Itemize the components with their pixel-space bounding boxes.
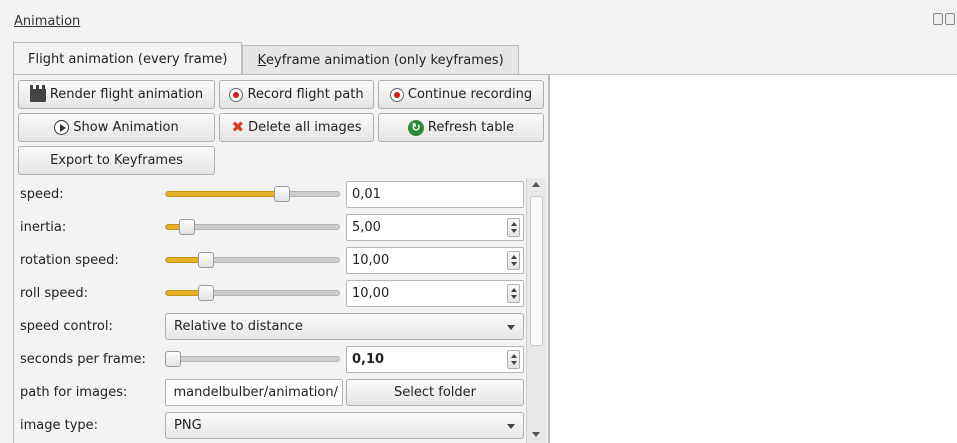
show-animation-button[interactable]: Show Animation	[18, 113, 215, 142]
record-flight-path-button[interactable]: Record flight path	[219, 80, 374, 109]
continue-recording-button[interactable]: Continue recording	[378, 80, 544, 109]
scroll-down-icon[interactable]	[532, 432, 540, 437]
param-row-speed-control: speed control: Relative to distance	[18, 310, 526, 342]
spin-arrows-icon[interactable]	[507, 218, 520, 237]
float-icon[interactable]	[933, 13, 943, 25]
speed-slider-fill	[166, 191, 282, 197]
speed-slider[interactable]	[165, 186, 340, 202]
seconds-per-frame-label: seconds per frame:	[20, 352, 146, 367]
chevron-down-icon	[507, 424, 515, 429]
select-folder-label: Select folder	[394, 385, 476, 400]
tab-bar: Flight animation (every frame) Keyframe …	[13, 42, 519, 75]
speed-control-dropdown[interactable]: Relative to distance	[165, 313, 524, 340]
inertia-slider[interactable]	[165, 219, 340, 235]
title-bar: Animation	[0, 0, 957, 40]
rotation-speed-value: 10,00	[352, 253, 390, 268]
close-icon[interactable]	[945, 13, 955, 25]
inertia-label: inertia:	[20, 220, 67, 235]
param-row-rotation-speed: rotation speed: 10,00	[18, 244, 526, 276]
path-for-images-value: mandelbulber/animation/	[173, 385, 338, 400]
speed-spinbox[interactable]: 0,01	[346, 181, 524, 208]
export-to-keyframes-button[interactable]: Export to Keyframes	[18, 146, 215, 175]
speed-label: speed:	[20, 187, 64, 202]
image-type-dropdown[interactable]: PNG	[165, 412, 524, 439]
rotation-speed-label: rotation speed:	[20, 253, 119, 268]
tab-flight-animation-label: Flight animation (every frame)	[28, 51, 228, 67]
spin-arrows-icon[interactable]	[507, 350, 520, 369]
tab-keyframe-animation-label: eyframe animation (only keyframes)	[266, 52, 504, 68]
delete-all-images-label: Delete all images	[248, 120, 362, 135]
speed-slider-handle[interactable]	[274, 186, 290, 202]
continue-recording-label: Continue recording	[407, 87, 533, 102]
clapperboard-icon	[29, 84, 46, 102]
speed-control-label: speed control:	[20, 319, 113, 334]
image-type-label: image type:	[20, 418, 99, 433]
path-for-images-input[interactable]: mandelbulber/animation/	[165, 379, 343, 406]
tab-keyframe-animation-mnemonic: K	[257, 52, 266, 68]
refresh-table-button[interactable]: ↻ Refresh table	[378, 113, 544, 142]
roll-speed-spinbox[interactable]: 10,00	[346, 280, 524, 307]
seconds-per-frame-slider-handle[interactable]	[165, 351, 181, 367]
tab-flight-animation[interactable]: Flight animation (every frame)	[13, 42, 243, 75]
refresh-icon: ↻	[407, 119, 424, 136]
rotation-speed-spinbox[interactable]: 10,00	[346, 247, 524, 274]
param-row-inertia: inertia: 5,00	[18, 211, 526, 243]
render-flight-animation-label: Render flight animation	[49, 87, 204, 102]
path-for-images-label: path for images:	[20, 385, 128, 400]
title-bar-icons	[933, 13, 957, 29]
roll-speed-value: 10,00	[352, 286, 390, 301]
parameters-scrollbar[interactable]	[526, 178, 546, 443]
delete-icon: ✖	[231, 118, 245, 136]
roll-speed-slider[interactable]	[165, 285, 340, 301]
show-animation-label: Show Animation	[73, 120, 179, 135]
record-icon	[229, 87, 244, 102]
inertia-spinbox[interactable]: 5,00	[346, 214, 524, 241]
parameters-scroll-area: speed: 0,01 inertia: 5,00 rotation speed…	[18, 178, 526, 443]
refresh-table-label: Refresh table	[427, 120, 515, 135]
spin-arrows-icon[interactable]	[507, 251, 520, 270]
delete-all-images-button[interactable]: ✖ Delete all images	[219, 113, 374, 142]
param-row-speed: speed: 0,01	[18, 178, 526, 210]
record-flight-path-label: Record flight path	[247, 87, 364, 102]
rotation-speed-slider[interactable]	[165, 252, 340, 268]
seconds-per-frame-slider[interactable]	[165, 351, 340, 367]
rotation-speed-slider-handle[interactable]	[198, 252, 214, 268]
param-row-path-for-images: path for images: mandelbulber/animation/…	[18, 376, 526, 408]
chevron-down-icon	[507, 325, 515, 330]
render-flight-animation-button[interactable]: Render flight animation	[18, 80, 215, 109]
scrollbar-thumb[interactable]	[530, 196, 543, 346]
seconds-per-frame-spinbox[interactable]: 0,10	[346, 346, 524, 373]
seconds-per-frame-value: 0,10	[352, 352, 385, 367]
param-row-image-type: image type: PNG	[18, 409, 526, 441]
inertia-slider-handle[interactable]	[179, 219, 195, 235]
param-row-seconds-per-frame: seconds per frame: 0,10	[18, 343, 526, 375]
inertia-value: 5,00	[352, 220, 381, 235]
roll-speed-slider-handle[interactable]	[198, 285, 214, 301]
scroll-up-icon[interactable]	[532, 182, 540, 187]
tab-keyframe-animation[interactable]: Keyframe animation (only keyframes)	[242, 45, 519, 74]
play-icon	[54, 120, 70, 135]
select-folder-button[interactable]: Select folder	[346, 379, 524, 406]
window-title: Animation	[14, 14, 81, 29]
image-type-value: PNG	[174, 418, 202, 433]
speed-control-value: Relative to distance	[174, 319, 303, 334]
speed-value: 0,01	[352, 187, 381, 202]
frames-table-area	[549, 74, 957, 443]
param-row-roll-speed: roll speed: 10,00	[18, 277, 526, 309]
spin-arrows-icon[interactable]	[507, 284, 520, 303]
export-to-keyframes-label: Export to Keyframes	[50, 153, 183, 168]
roll-speed-label: roll speed:	[20, 286, 89, 301]
record-icon	[389, 87, 404, 102]
